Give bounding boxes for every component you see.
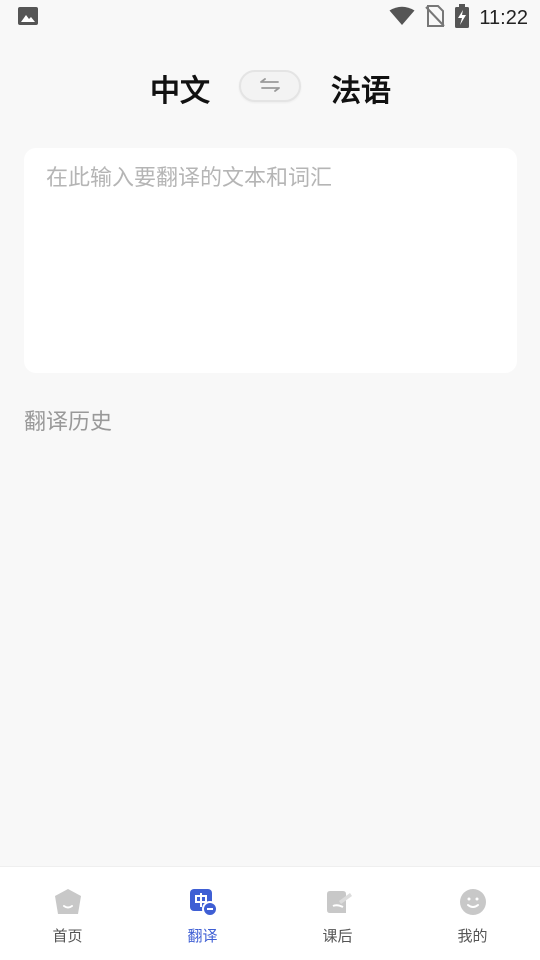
nav-item-home[interactable]: 首页 bbox=[0, 867, 135, 960]
status-bar: 11:22 bbox=[0, 0, 540, 36]
home-icon bbox=[53, 887, 83, 917]
nav-label-profile: 我的 bbox=[457, 927, 488, 945]
nav-item-homework[interactable]: 课后 bbox=[270, 867, 405, 960]
profile-icon bbox=[458, 887, 488, 917]
translate-screen: 11:22 中文 法语 翻译历史 bbox=[0, 0, 540, 960]
source-language[interactable]: 中文 bbox=[150, 66, 210, 110]
translate-icon bbox=[188, 887, 218, 917]
nav-label-homework: 课后 bbox=[322, 927, 353, 945]
swap-arrows-icon bbox=[259, 77, 281, 96]
nav-label-home: 首页 bbox=[52, 927, 83, 945]
homework-icon bbox=[323, 887, 353, 917]
status-time: 11:22 bbox=[479, 6, 528, 29]
no-sim-icon bbox=[425, 5, 446, 31]
language-switcher: 中文 法语 bbox=[0, 62, 540, 112]
target-language[interactable]: 法语 bbox=[331, 66, 391, 110]
wifi-icon bbox=[389, 6, 415, 30]
bottom-navigation: 首页 翻译 课后 我的 bbox=[0, 866, 540, 960]
nav-item-translate[interactable]: 翻译 bbox=[135, 867, 270, 960]
swap-language-button[interactable] bbox=[239, 70, 301, 102]
translation-input-card bbox=[24, 148, 517, 373]
translation-input[interactable] bbox=[46, 160, 496, 350]
nav-label-translate: 翻译 bbox=[187, 927, 218, 945]
battery-charging-icon bbox=[455, 4, 470, 32]
nav-item-profile[interactable]: 我的 bbox=[405, 867, 540, 960]
translation-history-title: 翻译历史 bbox=[24, 410, 113, 435]
image-icon bbox=[17, 6, 39, 30]
